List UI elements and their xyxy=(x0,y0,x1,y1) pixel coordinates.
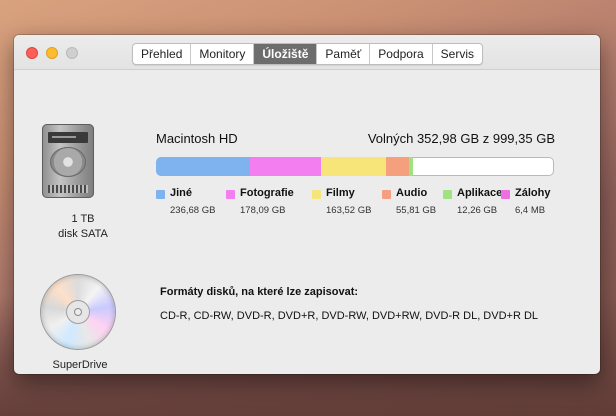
legend-size: 12,26 GB xyxy=(457,205,498,216)
legend-swatch xyxy=(382,190,391,199)
usage-segment-0 xyxy=(156,157,251,176)
storage-legend: Jiné 236,68 GB Fotografie 178,09 GB Filmy 163… xyxy=(156,187,556,217)
storage-usage-bar xyxy=(156,157,554,176)
minimize-button[interactable] xyxy=(46,47,58,59)
disk-capacity: 1 TB xyxy=(71,213,95,225)
legend-swatch xyxy=(156,190,165,199)
legend-size: 55,81 GB xyxy=(396,205,437,216)
legend-name: Zálohy xyxy=(515,187,551,199)
tab-overview[interactable]: Přehled xyxy=(133,44,192,64)
disk-type: disk SATA xyxy=(58,228,108,240)
dvd-disc-icon xyxy=(41,275,115,349)
legend-swatch xyxy=(501,190,510,199)
superdrive-caption: SuperDrive xyxy=(52,359,108,371)
tab-storage[interactable]: Úložiště xyxy=(254,44,318,64)
usage-segment-3 xyxy=(386,157,409,176)
legend-size: 236,68 GB xyxy=(170,205,216,216)
legend-size: 178,09 GB xyxy=(240,205,286,216)
usage-segment-1 xyxy=(250,157,322,176)
tab-bar: Přehled Monitory Úložiště Paměť Podpora … xyxy=(132,43,483,65)
writable-formats-title: Formáty disků, na které lze zapisovat: xyxy=(160,286,359,298)
legend-swatch xyxy=(443,190,452,199)
storage-panel: 1 TB disk SATA Macintosh HD Volných 352,… xyxy=(14,70,600,374)
drive-name: Macintosh HD xyxy=(156,131,238,146)
legend-size: 6,4 MB xyxy=(515,205,546,216)
hard-drive-icon xyxy=(42,124,94,198)
usage-segment-2 xyxy=(321,157,387,176)
tab-memory[interactable]: Paměť xyxy=(317,44,371,64)
legend-name: Audio xyxy=(396,187,428,199)
tab-service[interactable]: Servis xyxy=(433,44,482,64)
close-button[interactable] xyxy=(26,47,38,59)
legend-size: 163,52 GB xyxy=(326,205,372,216)
legend-name: Aplikace xyxy=(457,187,503,199)
writable-formats-list: CD-R, CD-RW, DVD-R, DVD+R, DVD-RW, DVD+R… xyxy=(160,310,539,322)
free-space: Volných 352,98 GB z 999,35 GB xyxy=(367,131,555,146)
legend-swatch xyxy=(226,190,235,199)
legend-swatch xyxy=(312,190,321,199)
zoom-button[interactable] xyxy=(66,47,78,59)
legend-name: Fotografie xyxy=(240,187,294,199)
legend-name: Jiné xyxy=(170,187,193,199)
tab-support[interactable]: Podpora xyxy=(370,44,433,64)
title-bar: Přehled Monitory Úložiště Paměť Podpora … xyxy=(14,35,600,70)
usage-segment-4 xyxy=(408,157,414,176)
legend-name: Filmy xyxy=(326,187,355,199)
tab-displays[interactable]: Monitory xyxy=(191,44,255,64)
about-this-mac-window: Přehled Monitory Úložiště Paměť Podpora … xyxy=(14,35,600,374)
disk-caption: 1 TB disk SATA xyxy=(38,212,128,242)
